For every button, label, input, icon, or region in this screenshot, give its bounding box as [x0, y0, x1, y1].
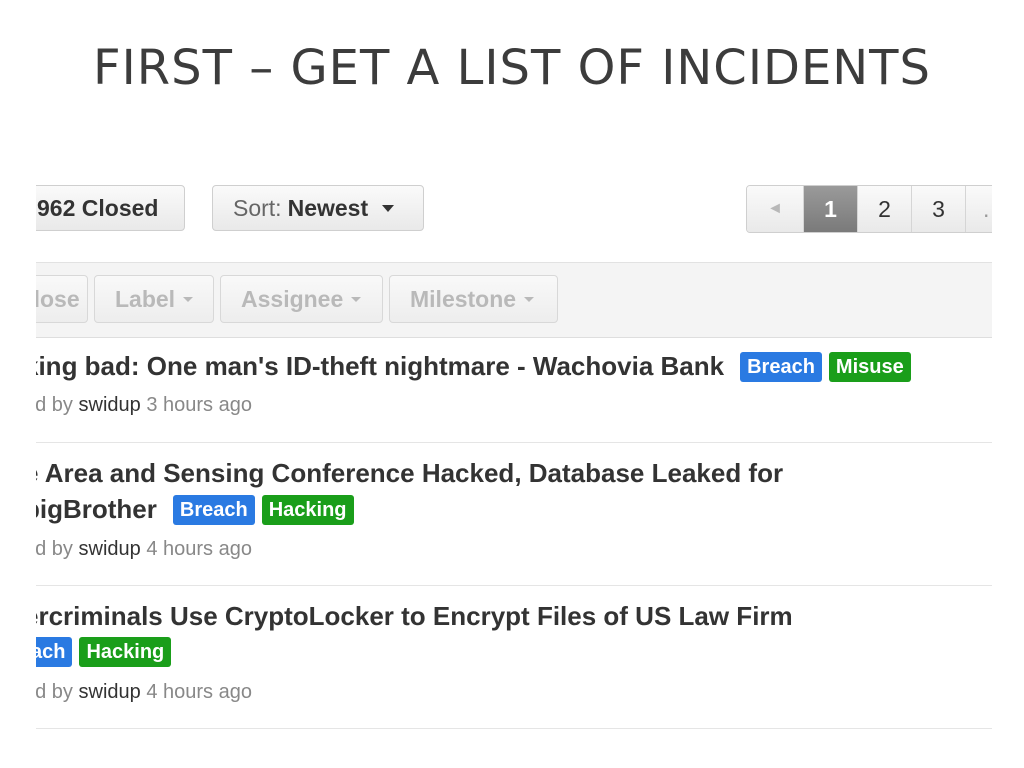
meta-prefix: ed by: [36, 538, 73, 560]
sort-prefix: Sort:: [233, 194, 282, 221]
pagination: ◄ 1 2 3 …: [746, 185, 992, 233]
issue-title-row-2: ach Hacking: [36, 637, 172, 667]
issue-title[interactable]: ercriminals Use CryptoLocker to Encrypt …: [36, 601, 793, 632]
closed-issues-label: 962 Closed: [37, 194, 159, 221]
author-link[interactable]: swidup: [79, 538, 141, 560]
page-button-1[interactable]: 1: [804, 186, 858, 232]
issue-title[interactable]: e Area and Sensing Conference Hacked, Da…: [36, 458, 783, 489]
label-hacking[interactable]: Hacking: [79, 637, 172, 667]
issue-title-row: king bad: One man's ID-theft nightmare -…: [36, 351, 911, 382]
issue-meta: ed by swidup 4 hours ago: [36, 681, 252, 704]
prev-page-button[interactable]: ◄: [747, 186, 804, 232]
issue-meta: ed by swidup 3 hours ago: [36, 394, 252, 417]
assignee-filter-label: Assignee: [241, 285, 344, 312]
slide-title: First – get a list of incidents: [93, 40, 931, 96]
label-filter-label: Label: [115, 285, 176, 312]
issue-time: 4 hours ago: [146, 538, 252, 560]
issue-time: 4 hours ago: [146, 681, 252, 703]
page-button-2[interactable]: 2: [858, 186, 912, 232]
issue-title-row: ercriminals Use CryptoLocker to Encrypt …: [36, 601, 793, 632]
label-breach[interactable]: Breach: [172, 494, 255, 525]
milestone-filter-button[interactable]: Milestone: [389, 275, 558, 323]
issue-title-row: e Area and Sensing Conference Hacked, Da…: [36, 458, 783, 489]
chevron-down-icon: [382, 204, 395, 212]
page-button-3[interactable]: 3: [912, 186, 966, 232]
label-filter-button[interactable]: Label: [94, 275, 214, 323]
issue-time: 3 hours ago: [146, 394, 252, 416]
closed-issues-button[interactable]: 962 Closed: [36, 185, 185, 231]
issue-title-row-2: bigBrother Breach Hacking: [36, 494, 354, 525]
sort-dropdown[interactable]: Sort: Newest: [212, 185, 424, 231]
meta-prefix: ed by: [36, 681, 73, 703]
issue-meta: ed by swidup 4 hours ago: [36, 538, 252, 561]
chevron-down-icon: [524, 296, 535, 302]
issue-row: king bad: One man's ID-theft nightmare -…: [36, 336, 992, 443]
filter-bar: Close Label Assignee Milestone: [36, 262, 992, 338]
author-link[interactable]: swidup: [79, 681, 141, 703]
issue-row: ercriminals Use CryptoLocker to Encrypt …: [36, 585, 992, 729]
issue-title-continued[interactable]: bigBrother: [36, 494, 157, 525]
issue-title[interactable]: king bad: One man's ID-theft nightmare -…: [36, 351, 724, 382]
close-button[interactable]: Close: [36, 275, 88, 323]
close-button-label: Close: [36, 285, 80, 312]
milestone-filter-label: Milestone: [410, 285, 517, 312]
issues-screenshot: 962 Closed Sort: Newest ◄ 1 2 3 … Close …: [36, 160, 992, 750]
chevron-down-icon: [183, 296, 194, 302]
issue-row: e Area and Sensing Conference Hacked, Da…: [36, 442, 992, 586]
sort-value: Newest: [287, 194, 369, 221]
assignee-filter-button[interactable]: Assignee: [220, 275, 383, 323]
meta-prefix: ed by: [36, 394, 73, 416]
chevron-down-icon: [351, 296, 362, 302]
label-breach[interactable]: Breach: [740, 351, 822, 382]
label-hacking[interactable]: Hacking: [261, 494, 354, 525]
label-misuse[interactable]: Misuse: [828, 351, 911, 382]
label-breach[interactable]: ach: [36, 637, 73, 667]
author-link[interactable]: swidup: [79, 394, 141, 416]
more-pages[interactable]: …: [966, 186, 992, 232]
